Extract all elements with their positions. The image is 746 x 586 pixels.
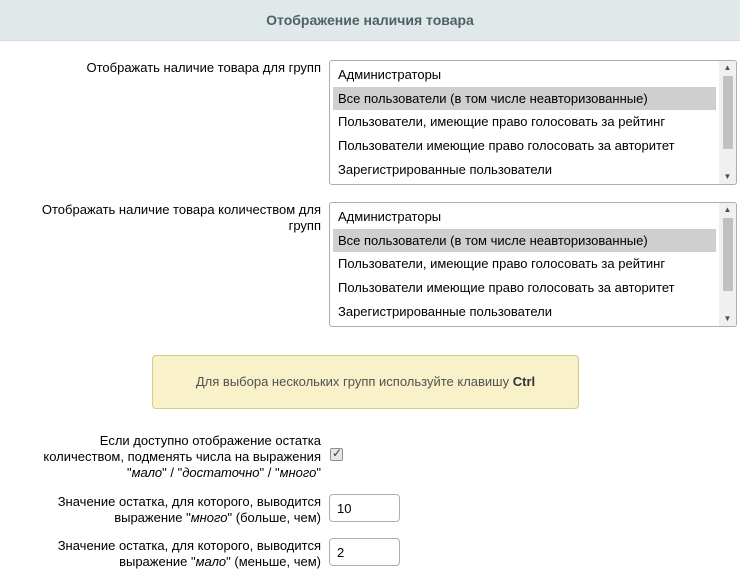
group-quantity-label-line2: групп — [288, 218, 321, 233]
group-quantity-label: Отображать наличие товара количеством дл… — [42, 202, 321, 234]
list-option[interactable]: Зарегистрированные пользователи — [333, 158, 716, 182]
notice-key: Ctrl — [512, 374, 536, 389]
group-availability-select[interactable]: Администраторы Все пользователи (в том чи… — [329, 60, 737, 185]
replace-numbers-label: Если доступно отображение остатка количе… — [43, 433, 321, 481]
list-option[interactable]: Пользователи, имеющие право голосовать з… — [333, 252, 716, 276]
list-option[interactable]: Пользователи имеющие право голосовать за… — [333, 276, 716, 300]
group-availability-label: Отображать наличие товара для групп — [86, 60, 322, 75]
many-threshold-line2: выражение "много" (больше, чем) — [114, 510, 321, 525]
scroll-up-icon[interactable]: ▲ — [719, 203, 736, 217]
list-option[interactable]: Администраторы — [333, 63, 716, 87]
few-threshold-line2: выражение "мало" (меньше, чем) — [119, 554, 321, 569]
list-option[interactable]: Зарегистрированные пользователи — [333, 300, 716, 324]
many-threshold-line1: Значение остатка, для которого, выводитс… — [57, 494, 321, 509]
scroll-up-icon[interactable]: ▲ — [719, 61, 736, 75]
ctrl-hint-notice: Для выбора нескольких групп используйте … — [152, 355, 579, 409]
many-threshold-label: Значение остатка, для которого, выводитс… — [58, 494, 321, 526]
few-threshold-line1: Значение остатка, для которого, выводитс… — [57, 538, 321, 553]
scrollbar[interactable]: ▲ ▼ — [719, 61, 736, 184]
section-header: Отображение наличия товара — [0, 0, 740, 41]
many-threshold-input[interactable] — [329, 494, 400, 522]
scroll-thumb[interactable] — [723, 76, 733, 149]
scroll-thumb[interactable] — [723, 218, 733, 291]
replace-numbers-line2: количеством, подменять числа на выражени… — [43, 449, 321, 464]
group-quantity-label-line1: Отображать наличие товара количеством дл… — [41, 202, 321, 217]
list-option[interactable]: Администраторы — [333, 205, 716, 229]
list-option[interactable]: Пользователи имеющие право голосовать за… — [333, 134, 716, 158]
scroll-down-icon[interactable]: ▼ — [719, 312, 736, 326]
replace-numbers-line3: "мало" / "достаточно" / "много" — [126, 465, 321, 480]
few-threshold-label: Значение остатка, для которого, выводитс… — [58, 538, 321, 570]
list-option[interactable]: Все пользователи (в том числе неавторизо… — [333, 86, 716, 111]
notice-text: Для выбора нескольких групп используйте … — [195, 374, 513, 389]
few-threshold-input[interactable] — [329, 538, 400, 566]
replace-numbers-line1: Если доступно отображение остатка — [99, 433, 321, 448]
list-option[interactable]: Все пользователи (в том числе неавторизо… — [333, 228, 716, 253]
scrollbar[interactable]: ▲ ▼ — [719, 203, 736, 326]
section-title: Отображение наличия товара — [266, 12, 474, 28]
scroll-down-icon[interactable]: ▼ — [719, 170, 736, 184]
group-quantity-select[interactable]: Администраторы Все пользователи (в том чи… — [329, 202, 737, 327]
checkmark-icon: ✓ — [332, 446, 343, 460]
replace-numbers-checkbox[interactable]: ✓ — [330, 446, 343, 461]
list-option[interactable]: Пользователи, имеющие право голосовать з… — [333, 110, 716, 134]
